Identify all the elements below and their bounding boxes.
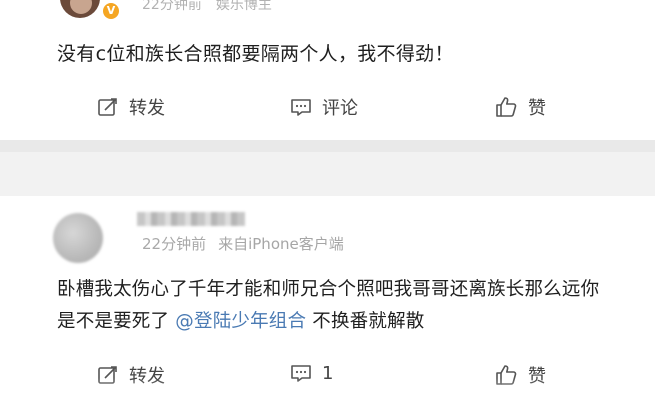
post-meta: 22分钟前 娱乐博主	[142, 0, 272, 14]
comment-bubble-icon	[291, 99, 311, 116]
edit-share-icon	[98, 98, 117, 116]
like-button[interactable]: 赞	[494, 94, 546, 120]
verified-badge-icon: V	[103, 3, 119, 19]
weibo-post-1: V 22分钟前娱乐博主 没有c位和族长合照都要隔两个人，我不得劲！ 转发 评论	[0, 0, 655, 140]
post-source: 娱乐博主	[215, 0, 272, 13]
post-meta: 22分钟前 来自iPhone客户端	[142, 233, 344, 254]
comment-label: 评论	[322, 98, 358, 119]
username-blurred[interactable]	[137, 212, 245, 226]
thumbs-up-icon	[496, 97, 517, 117]
post-source: 来自iPhone客户端	[218, 235, 344, 253]
post-time: 22分钟前	[142, 0, 202, 13]
post-text-tail: 不换番就解散	[306, 311, 425, 332]
comment-button[interactable]: 评论	[290, 94, 358, 120]
forward-button[interactable]: 转发	[97, 94, 165, 120]
action-bar: 转发 评论 赞	[0, 94, 655, 124]
post-text: 卧槽我太伤心了千年才能和师兄合个照吧我哥哥还离族长那么远你是不是要死了 @登陆少…	[57, 274, 617, 338]
separator-strip	[0, 140, 655, 152]
like-label: 赞	[528, 98, 546, 119]
mention-link[interactable]: @登陆少年组合	[175, 311, 306, 332]
post-text: 没有c位和族长合照都要隔两个人，我不得劲！	[57, 43, 454, 65]
forward-label: 转发	[129, 98, 165, 119]
bottom-cut-fade	[0, 378, 655, 406]
avatar[interactable]	[60, 0, 100, 18]
post-time: 22分钟前	[142, 235, 207, 253]
avatar-blurred[interactable]	[53, 213, 103, 263]
